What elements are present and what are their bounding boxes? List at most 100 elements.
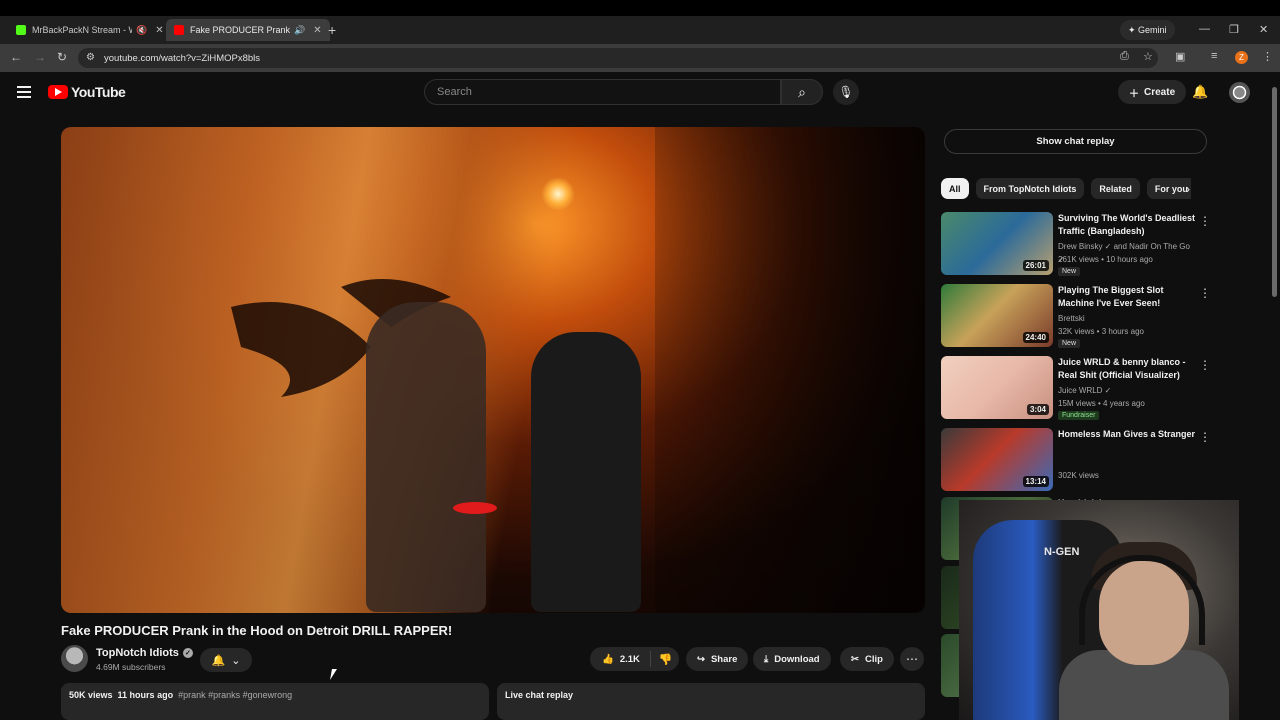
profile-avatar[interactable]: Z xyxy=(1235,51,1248,64)
recommendation-item[interactable]: 24:40 Playing The Biggest Slot Machine I… xyxy=(941,284,1213,348)
tab-mrbackpackn-stream[interactable]: MrBackPackN Stream - Wat 🔇 ✕ xyxy=(8,19,172,41)
new-tab-button[interactable]: + xyxy=(328,22,336,38)
minimize-icon[interactable]: — xyxy=(1199,23,1210,35)
video-thumbnail[interactable]: 26:01 xyxy=(941,212,1053,275)
account-avatar[interactable] xyxy=(1229,82,1250,103)
live-chat-label: Live chat replay xyxy=(505,690,574,700)
chip-related[interactable]: Related xyxy=(1091,178,1140,199)
url-field[interactable]: ⚙ youtube.com/watch?v=ZiHMOPx8bls xyxy=(78,48,1158,68)
download-label: Download xyxy=(774,653,820,665)
microphone-icon: 🎙 xyxy=(838,85,854,99)
channel-avatar[interactable] xyxy=(61,645,88,672)
more-vertical-icon[interactable]: ⋮ xyxy=(1199,430,1211,444)
page-scrollbar[interactable] xyxy=(1270,75,1278,720)
more-vertical-icon[interactable]: ⋮ xyxy=(1199,286,1211,300)
video-frame-person xyxy=(531,332,641,612)
video-player[interactable] xyxy=(61,127,925,613)
recommendation-channel[interactable]: Drew Binsky xyxy=(1058,242,1102,251)
chip-for-you[interactable]: For you xyxy=(1146,178,1191,199)
back-icon[interactable]: ← xyxy=(10,50,22,64)
scissors-icon: ✂ xyxy=(851,653,859,665)
description-box[interactable]: 50K views 11 hours ago #prank #pranks #g… xyxy=(61,683,489,720)
duration-badge: 13:14 xyxy=(1022,476,1049,487)
recommendation-channel[interactable]: Juice WRLD xyxy=(1058,386,1102,395)
like-dislike-group: 👍 2.1K 👎 xyxy=(590,647,679,671)
scrollbar-thumb[interactable] xyxy=(1272,87,1277,297)
more-vertical-icon[interactable]: ⋮ xyxy=(1199,214,1211,228)
recommendation-item[interactable]: 3:04 Juice WRLD & benny blanco - Real Sh… xyxy=(941,356,1213,420)
more-actions-button[interactable]: ⋯ xyxy=(900,647,924,671)
recommendation-title[interactable]: Surviving The World's Deadliest Traffic … xyxy=(1058,212,1198,238)
dislike-button[interactable]: 👎 xyxy=(651,653,681,666)
show-chat-replay-button[interactable]: Show chat replay xyxy=(944,129,1207,154)
forward-icon[interactable]: → xyxy=(34,50,46,64)
recommendation-item[interactable]: 26:01 Surviving The World's Deadliest Tr… xyxy=(941,212,1213,276)
close-tab-icon[interactable]: ✕ xyxy=(313,25,321,36)
notifications-bell-icon[interactable]: 🔔 xyxy=(1192,84,1208,100)
kick-icon xyxy=(16,25,26,35)
hashtags[interactable]: #prank #pranks #gonewrong xyxy=(178,690,292,700)
recommendation-item[interactable]: 13:14 Homeless Man Gives a Stranger 302K… xyxy=(941,428,1213,492)
channel-name-row[interactable]: TopNotch Idiots ✓ xyxy=(96,647,193,659)
media-controls-icon[interactable]: ≡ xyxy=(1211,50,1217,62)
live-chat-replay-panel[interactable]: Live chat replay xyxy=(497,683,925,720)
close-window-icon[interactable]: ✕ xyxy=(1259,23,1268,36)
video-frame-lamp xyxy=(541,177,575,211)
fundraiser-badge: Fundraiser xyxy=(1058,411,1100,420)
chair-brand-text: N-GEN xyxy=(1044,546,1080,558)
tab-youtube-video[interactable]: Fake PRODUCER Prank in th 🔊 ✕ xyxy=(166,19,330,41)
clip-button[interactable]: ✂ Clip xyxy=(840,647,894,671)
chevron-right-icon[interactable]: › xyxy=(1186,182,1190,196)
youtube-icon xyxy=(174,25,184,35)
video-thumbnail[interactable]: 24:40 xyxy=(941,284,1053,347)
subscription-bell-button[interactable]: 🔔 ⌄ xyxy=(200,648,252,672)
recommendation-channel[interactable]: Brettski xyxy=(1058,312,1198,325)
thumbs-up-icon: 👍 xyxy=(602,653,614,665)
logo-wordmark: YouTube xyxy=(71,84,126,100)
mouse-cursor xyxy=(330,669,337,680)
like-button[interactable]: 👍 2.1K xyxy=(590,651,651,667)
sparkle-icon: ✦ xyxy=(1128,24,1139,35)
download-button[interactable]: ⤓ Download xyxy=(753,647,831,671)
close-tab-icon[interactable]: ✕ xyxy=(155,25,163,36)
bell-icon: 🔔 xyxy=(211,654,226,667)
webcam-overlay: N-GEN xyxy=(959,500,1239,720)
video-thumbnail[interactable]: 13:14 xyxy=(941,428,1053,491)
chevron-down-icon: ⌄ xyxy=(231,654,241,667)
chrome-menu-icon[interactable]: ⋮ xyxy=(1262,50,1273,63)
chip-from-channel[interactable]: From TopNotch Idiots xyxy=(975,178,1085,199)
recommendation-title[interactable]: Playing The Biggest Slot Machine I've Ev… xyxy=(1058,284,1198,310)
search-button[interactable]: ⌕ xyxy=(781,79,823,105)
channel-name[interactable]: TopNotch Idiots xyxy=(96,647,179,659)
filter-chips: All From TopNotch Idiots Related For you xyxy=(941,178,1191,200)
chip-all[interactable]: All xyxy=(941,178,969,199)
tab-title: MrBackPackN Stream - Wat xyxy=(32,25,132,35)
recommendation-channel-extra[interactable]: and Nadir On The Go xyxy=(1114,242,1190,251)
search-icon: ⌕ xyxy=(798,83,806,100)
youtube-logo[interactable]: YouTube xyxy=(48,84,126,100)
reading-mode-icon[interactable]: ▣ xyxy=(1175,50,1185,63)
gemini-button[interactable]: ✦ Gemini xyxy=(1120,20,1175,40)
recommendation-title[interactable]: Homeless Man Gives a Stranger xyxy=(1058,428,1198,441)
new-badge: New xyxy=(1058,267,1081,276)
muted-speaker-icon[interactable]: 🔇 xyxy=(136,25,147,36)
recommendation-meta: 302K views xyxy=(1058,471,1099,480)
hamburger-menu-icon[interactable] xyxy=(17,86,31,98)
site-settings-icon[interactable]: ⚙ xyxy=(86,52,95,63)
reload-icon[interactable]: ↻ xyxy=(57,50,67,64)
more-vertical-icon[interactable]: ⋮ xyxy=(1199,358,1211,372)
share-button[interactable]: ↪ Share xyxy=(686,647,749,671)
speaker-icon[interactable]: 🔊 xyxy=(294,25,305,36)
tab-title: Fake PRODUCER Prank in th xyxy=(190,25,290,35)
url-text: youtube.com/watch?v=ZiHMOPx8bls xyxy=(104,52,261,64)
bookmark-star-icon[interactable]: ☆ xyxy=(1143,50,1153,63)
video-thumbnail[interactable]: 3:04 xyxy=(941,356,1053,419)
maximize-icon[interactable]: ❐ xyxy=(1229,23,1239,36)
install-app-icon[interactable]: ⎙ xyxy=(1120,50,1129,63)
voice-search-button[interactable]: 🎙 xyxy=(833,79,859,105)
duration-badge: 26:01 xyxy=(1022,260,1049,271)
recommendation-title[interactable]: Juice WRLD & benny blanco - Real Shit (O… xyxy=(1058,356,1198,382)
create-button[interactable]: ＋ Create xyxy=(1118,80,1187,104)
search-input[interactable]: Search xyxy=(424,79,781,105)
recommendation-channel-row: Juice WRLD ✓ xyxy=(1058,386,1112,395)
